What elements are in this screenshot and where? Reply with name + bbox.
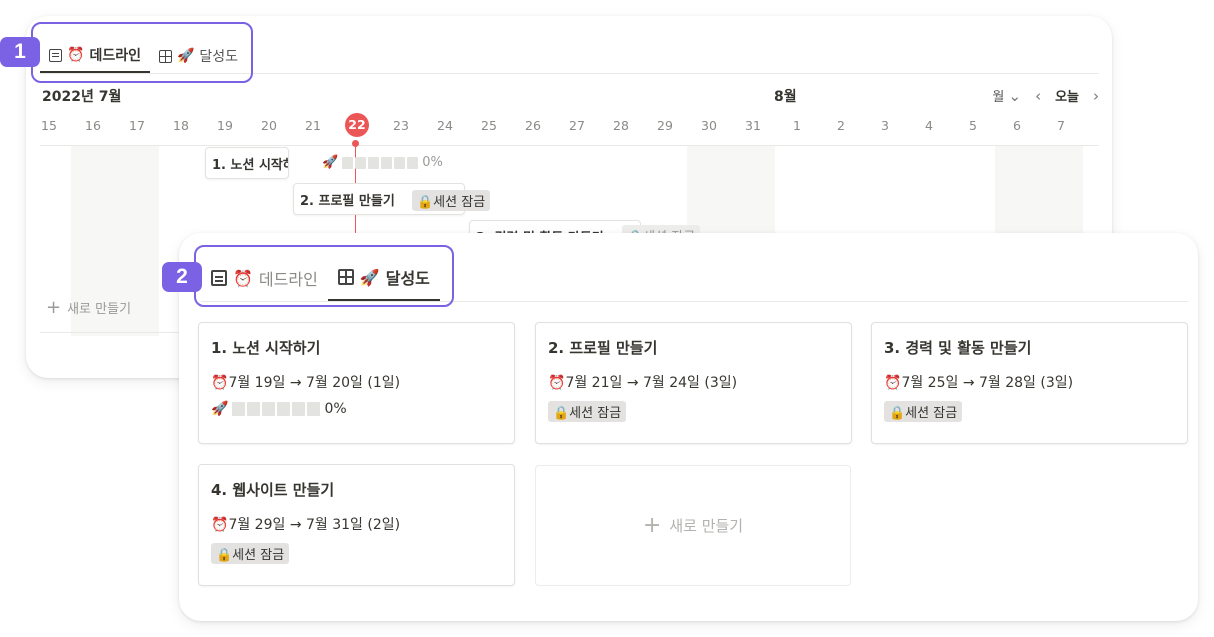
day-label: 18: [173, 118, 189, 133]
day-label: 20: [261, 118, 277, 133]
day-label: 24: [437, 118, 453, 133]
card-title: 3. 경력 및 활동 만들기: [884, 339, 1032, 357]
session-lock-badge: 🔒세션 잠금: [211, 543, 290, 564]
day-row: 15 16 17 18 19 20 21 22 23 24 25 26 27 28 29 30 31 1 2 3 4 5 6…: [26, 113, 1112, 138]
timeline-item-2-status: 🔒세션 잠금: [412, 190, 491, 211]
chevron-left-icon[interactable]: ‹: [1035, 87, 1041, 105]
callout-badge-1: 1: [0, 37, 40, 67]
card-dates: ⏰7월 21일 → 7월 24일 (3일): [548, 375, 738, 391]
card-dates: ⏰7월 25일 → 7월 28일 (3일): [884, 375, 1074, 391]
progress-value: 0%: [324, 401, 347, 417]
day-label: 27: [569, 118, 585, 133]
rocket-icon: 🚀: [211, 401, 229, 417]
board-card-3[interactable]: 3. 경력 및 활동 만들기 ⏰7월 25일 → 7월 28일 (3일) 🔒세션…: [871, 322, 1188, 444]
alarm-clock-icon: ⏰: [211, 517, 229, 533]
timeline-controls: 월 ⌄ ‹ 오늘 ›: [992, 86, 1099, 106]
alarm-clock-icon: ⏰: [211, 375, 229, 391]
day-label: 5: [969, 118, 977, 133]
day-label: 21: [305, 118, 321, 133]
day-label: 6: [1013, 118, 1021, 133]
card-progress: 🚀 0%: [211, 401, 502, 417]
board-card-1[interactable]: 1. 노션 시작하기 ⏰7월 19일 → 7월 20일 (1일) 🚀 0%: [198, 322, 515, 444]
alarm-clock-icon: ⏰: [548, 375, 566, 391]
day-label: 26: [525, 118, 541, 133]
day-label: 17: [129, 118, 145, 133]
day-label: 30: [701, 118, 717, 133]
plus-icon: +: [642, 513, 662, 538]
new-card-button[interactable]: + 새로 만들기: [535, 465, 851, 586]
day-label: 15: [41, 118, 57, 133]
card-title: 1. 노션 시작하기: [211, 339, 321, 357]
day-label: 2: [837, 118, 845, 133]
day-label: 7: [1057, 118, 1065, 133]
new-item-button[interactable]: + 새로 만들기: [46, 297, 131, 318]
session-lock-badge: 🔒세션 잠금: [884, 401, 963, 422]
day-label: 25: [481, 118, 497, 133]
day-label: 4: [925, 118, 933, 133]
chevron-right-icon[interactable]: ›: [1093, 87, 1099, 105]
day-divider: [40, 145, 1099, 146]
day-label: 29: [657, 118, 673, 133]
callout-badge-2: 2: [162, 262, 202, 292]
timeline-header: 2022년 7월 8월 월 ⌄ ‹ 오늘 ›: [42, 86, 1099, 108]
card-title: 4. 웹사이트 만들기: [211, 481, 335, 499]
month-label-august: 8월: [774, 89, 797, 105]
plus-icon: +: [46, 297, 62, 318]
board-card-2[interactable]: 2. 프로필 만들기 ⏰7월 21일 → 7월 24일 (3일) 🔒세션 잠금: [535, 322, 852, 444]
progress-bar: [232, 402, 321, 416]
progress-value: 0%: [422, 155, 443, 170]
board-card-4[interactable]: 4. 웹사이트 만들기 ⏰7월 29일 → 7월 31일 (2일) 🔒세션 잠금: [198, 464, 515, 586]
day-label: 1: [793, 118, 801, 133]
month-label-july: 2022년 7월: [42, 89, 122, 105]
callout-highlight-1: [31, 22, 253, 83]
progress-bar: [342, 156, 419, 169]
day-label: 28: [613, 118, 629, 133]
timeline-item-1-progress: 🚀 0%: [322, 155, 443, 170]
alarm-clock-icon: ⏰: [884, 375, 902, 391]
card-dates: ⏰7월 29일 → 7월 31일 (2일): [211, 517, 401, 533]
callout-highlight-2: [194, 245, 454, 307]
zoom-select[interactable]: 월 ⌄: [992, 86, 1021, 105]
today-marker: [352, 140, 359, 147]
today-button[interactable]: 오늘: [1055, 86, 1079, 105]
chevron-down-icon: ⌄: [1008, 87, 1022, 105]
day-label: 23: [393, 118, 409, 133]
day-label: 31: [745, 118, 761, 133]
day-label: 19: [217, 118, 233, 133]
rocket-icon: 🚀: [322, 155, 339, 170]
day-label: 3: [881, 118, 889, 133]
today-date: 22: [345, 113, 369, 137]
session-lock-badge: 🔒세션 잠금: [548, 401, 627, 422]
timeline-item-1[interactable]: 1. 노션 시작하기: [205, 147, 289, 179]
card-dates: ⏰7월 19일 → 7월 20일 (1일): [211, 375, 401, 391]
card-title: 2. 프로필 만들기: [548, 339, 658, 357]
session-lock-badge: 🔒세션 잠금: [412, 190, 491, 211]
day-label: 16: [85, 118, 101, 133]
